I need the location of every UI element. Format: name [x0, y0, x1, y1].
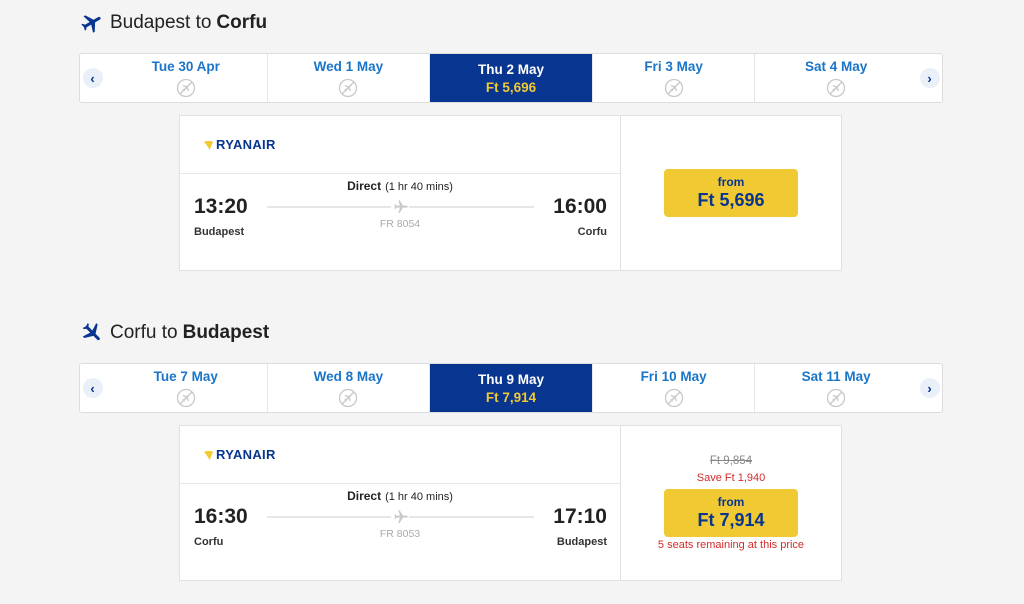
chevron-left-icon[interactable]: ‹ [82, 378, 103, 398]
no-flight-icon [826, 78, 846, 98]
outbound-prev-button[interactable]: ‹ [80, 54, 105, 102]
airline-row: RYANAIR [180, 116, 620, 174]
price-area: from Ft 5,696 [621, 116, 841, 270]
arrival-time: 16:00 [553, 195, 607, 218]
inbound-title-from: Corfu to [110, 322, 178, 343]
outbound-date-strip: ‹ Tue 30 Apr Wed 1 May Thu 2 May Ft 5,69… [79, 53, 943, 103]
ryanair-logo: RYANAIR [203, 447, 276, 462]
outbound-day-tab[interactable]: Wed 1 May [268, 54, 431, 102]
price-value: Ft 7,914 [697, 510, 765, 530]
no-flight-icon [338, 78, 358, 98]
outbound-next-button[interactable]: › [917, 54, 942, 102]
plane-icon [80, 11, 104, 35]
inbound-next-button[interactable]: › [917, 364, 942, 412]
no-flight-icon [664, 388, 684, 408]
day-price: Ft 7,914 [485, 389, 537, 405]
plane-icon [391, 199, 409, 215]
direct-text: Direct [347, 179, 382, 193]
duration-text: (1 hr 40 mins) [385, 181, 453, 193]
day-label: Thu 2 May [477, 61, 544, 77]
direct-label: Direct (1 hr 40 mins) [180, 179, 620, 193]
day-label: Wed 1 May [313, 58, 384, 74]
airline-row: RYANAIR [180, 426, 620, 484]
no-flight-icon [176, 388, 196, 408]
chevron-left-icon[interactable]: ‹ [82, 68, 103, 88]
times-row: Direct (1 hr 40 mins) 13:20 Budapest FR 8… [180, 174, 620, 271]
harp-icon [203, 449, 214, 461]
seats-remaining: 5 seats remaining at this price [657, 539, 805, 551]
departure-time: 16:30 [194, 505, 248, 528]
no-flight-icon [664, 78, 684, 98]
duration-text: (1 hr 40 mins) [385, 491, 453, 503]
select-fare-button[interactable]: from Ft 7,914 [664, 489, 798, 537]
price-from-label: from [717, 175, 745, 189]
inbound-title-to: Budapest [182, 322, 270, 343]
day-label: Sat 11 May [801, 368, 871, 384]
inbound-date-strip: ‹ Tue 7 May Wed 8 May Thu 9 May Ft 7,914… [79, 363, 943, 413]
save-amount: Save Ft 1,940 [696, 472, 766, 484]
flight-info: RYANAIR Direct (1 hr 40 mins) 16:30 Corfu… [180, 426, 621, 580]
arrival-time: 17:10 [553, 505, 607, 528]
day-label: Wed 8 May [313, 368, 384, 384]
day-label: Sat 4 May [805, 58, 868, 74]
ryanair-logo: RYANAIR [203, 137, 276, 152]
old-price: Ft 9,854 [709, 455, 753, 467]
inbound-day-tab[interactable]: Fri 10 May [593, 364, 756, 412]
outbound-day-tab[interactable]: Sat 4 May [755, 54, 917, 102]
inbound-day-tab[interactable]: Sat 11 May [755, 364, 917, 412]
inbound-flight-card[interactable]: RYANAIR Direct (1 hr 40 mins) 16:30 Corfu… [179, 425, 842, 581]
plane-icon [391, 509, 409, 525]
inbound-day-tab[interactable]: Wed 8 May [268, 364, 431, 412]
outbound-day-tab[interactable]: Tue 30 Apr [105, 54, 268, 102]
price-from-label: from [717, 495, 745, 509]
price-area: Ft 9,854 Save Ft 1,940 from Ft 7,914 5 s… [621, 426, 841, 580]
no-flight-icon [826, 388, 846, 408]
inbound-day-tab[interactable]: Tue 7 May [105, 364, 268, 412]
departure-time: 13:20 [194, 195, 248, 218]
day-label: Fri 3 May [644, 58, 703, 74]
harp-icon [203, 139, 214, 151]
day-price: Ft 5,696 [485, 79, 537, 95]
outbound-flight-card[interactable]: RYANAIR Direct (1 hr 40 mins) 13:20 Budap… [179, 115, 842, 271]
outbound-title: Budapest to Corfu [80, 11, 267, 35]
chevron-right-icon[interactable]: › [919, 68, 940, 88]
direct-label: Direct (1 hr 40 mins) [180, 489, 620, 503]
inbound-day-tab-selected[interactable]: Thu 9 May Ft 7,914 [430, 364, 593, 412]
plane-icon [80, 321, 104, 345]
price-value: Ft 5,696 [697, 190, 765, 210]
airline-name: RYANAIR [216, 447, 276, 462]
day-label: Tue 7 May [153, 368, 218, 384]
inbound-title: Corfu to Budapest [80, 321, 269, 345]
flight-info: RYANAIR Direct (1 hr 40 mins) 13:20 Budap… [180, 116, 621, 270]
flight-number: FR 8054 [379, 218, 421, 230]
no-flight-icon [176, 78, 196, 98]
select-fare-button[interactable]: from Ft 5,696 [664, 169, 798, 217]
direct-text: Direct [347, 489, 382, 503]
chevron-right-icon[interactable]: › [919, 378, 940, 398]
arrival-city: Budapest [556, 536, 607, 548]
outbound-title-from: Budapest to [110, 12, 212, 33]
airline-name: RYANAIR [216, 137, 276, 152]
day-label: Thu 9 May [477, 371, 544, 387]
outbound-day-tab[interactable]: Fri 3 May [593, 54, 756, 102]
day-label: Tue 30 Apr [151, 58, 220, 74]
no-flight-icon [338, 388, 358, 408]
inbound-prev-button[interactable]: ‹ [80, 364, 105, 412]
times-row: Direct (1 hr 40 mins) 16:30 Corfu FR 8053… [180, 484, 620, 581]
arrival-city: Corfu [577, 226, 607, 238]
outbound-title-to: Corfu [216, 12, 268, 33]
day-label: Fri 10 May [640, 368, 707, 384]
flight-number: FR 8053 [379, 528, 421, 540]
outbound-day-tab-selected[interactable]: Thu 2 May Ft 5,696 [430, 54, 593, 102]
